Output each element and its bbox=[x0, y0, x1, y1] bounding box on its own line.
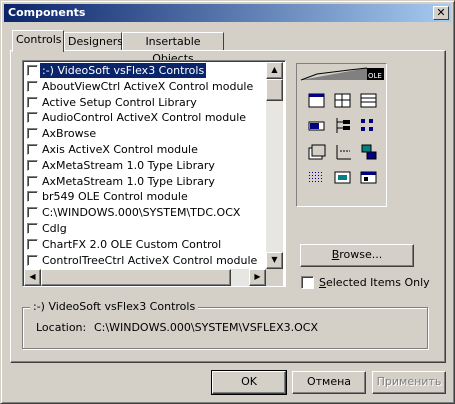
scroll-down-button[interactable]: ▼ bbox=[266, 252, 283, 269]
cancel-label: Отмена bbox=[306, 375, 352, 388]
window-title: Components bbox=[8, 6, 86, 19]
list-item-checkbox[interactable] bbox=[27, 96, 38, 108]
image-icon bbox=[334, 171, 351, 184]
toolbox-preview-graphic: OLE bbox=[300, 67, 384, 184]
list-item-checkbox[interactable] bbox=[27, 254, 38, 266]
list-item-checkbox[interactable] bbox=[27, 128, 38, 140]
list-item-label: ChartFX 2.0 OLE Custom Control bbox=[42, 237, 222, 251]
list-item-checkbox[interactable] bbox=[27, 222, 38, 234]
list-item[interactable]: ChartFX 2.0 OLE Custom Control bbox=[25, 237, 269, 253]
browse-button[interactable]: Browse... bbox=[300, 244, 414, 267]
selected-items-only-accel: S bbox=[319, 276, 326, 289]
scroll-up-button[interactable]: ▲ bbox=[266, 62, 283, 79]
ok-button[interactable]: OK bbox=[211, 370, 287, 395]
chart-icon bbox=[336, 145, 351, 160]
apply-button[interactable]: Применить bbox=[372, 371, 446, 394]
components-dialog: Components ✕ Controls Designers Insertab… bbox=[0, 0, 455, 404]
arrow-up-icon: ▲ bbox=[271, 65, 278, 74]
list-item-checkbox[interactable] bbox=[27, 80, 38, 92]
tab-designers[interactable]: Designers bbox=[64, 32, 123, 51]
toolbox-header-icon bbox=[300, 67, 368, 81]
arrow-down-icon: ▼ bbox=[271, 255, 278, 264]
grid-icon bbox=[334, 93, 351, 108]
list-icon bbox=[361, 119, 373, 131]
tree-icon bbox=[336, 118, 350, 133]
list-item[interactable]: ControlTreeCtrl ActiveX Control module bbox=[25, 253, 269, 269]
list-item[interactable]: C:\WINDOWS.000\SYSTEM\TDC.OCX bbox=[25, 205, 269, 221]
ole-icon: OLE bbox=[367, 68, 384, 80]
list-item-label: AxMetaStream 1.0 Type Library bbox=[42, 158, 215, 172]
vertical-scrollbar[interactable]: ▲ ▼ bbox=[266, 62, 283, 269]
list-item[interactable]: Axis ActiveX Control module bbox=[25, 142, 269, 158]
list-item-label: Active Setup Control Library bbox=[42, 95, 197, 109]
svg-text:OLE: OLE bbox=[368, 72, 382, 80]
list-item[interactable]: Cdlg bbox=[25, 221, 269, 237]
list-item[interactable]: AxBrowse bbox=[25, 126, 269, 142]
list-item[interactable]: AboutViewCtrl ActiveX Control module bbox=[25, 79, 269, 95]
apply-label: Применить bbox=[376, 375, 442, 388]
calendar-icon bbox=[308, 93, 325, 108]
list-item-label: AxBrowse bbox=[42, 127, 97, 141]
list-item[interactable]: AxMetaStream 1.0 Type Library bbox=[25, 174, 269, 190]
list-item-label: Cdlg bbox=[42, 221, 67, 235]
list-item-label: br549 OLE Control module bbox=[42, 190, 188, 204]
list-item-checkbox[interactable] bbox=[27, 238, 38, 250]
list-item-checkbox[interactable] bbox=[27, 159, 38, 171]
list-item-checkbox[interactable] bbox=[27, 207, 38, 219]
selected-items-only-label[interactable]: Selected Items Only bbox=[319, 276, 430, 289]
list-item[interactable]: :-) VideoSoft vsFlex3 Controls bbox=[25, 62, 269, 79]
list-item[interactable]: AudioControl ActiveX Control module bbox=[25, 110, 269, 126]
list-item[interactable]: br549 OLE Control module bbox=[25, 189, 269, 205]
progress-icon bbox=[308, 121, 325, 131]
ok-label: OK bbox=[241, 375, 257, 388]
controls-listbox[interactable]: :-) VideoSoft vsFlex3 Controls AboutViewC… bbox=[22, 60, 286, 287]
browse-label: rowse... bbox=[339, 248, 383, 261]
list-item-label: AudioControl ActiveX Control module bbox=[42, 111, 247, 125]
tab-controls-label: Controls bbox=[16, 33, 62, 46]
tabstrip-icon bbox=[308, 144, 326, 160]
close-button[interactable]: ✕ bbox=[433, 6, 449, 20]
list-item-label: AboutViewCtrl ActiveX Control module bbox=[42, 79, 254, 93]
list-item[interactable]: Active Setup Control Library bbox=[25, 95, 269, 111]
scroll-right-button[interactable]: ▶ bbox=[249, 269, 266, 286]
table-icon bbox=[360, 93, 377, 108]
vertical-scroll-thumb[interactable] bbox=[266, 79, 283, 101]
tab-insertable-objects[interactable]: Insertable Objects bbox=[122, 32, 224, 65]
list-item-checkbox[interactable] bbox=[27, 112, 38, 124]
list-item[interactable]: AxMetaStream 1.0 Type Library bbox=[25, 158, 269, 174]
list-item-label: :-) VideoSoft vsFlex3 Controls bbox=[38, 62, 208, 79]
list-item-checkbox[interactable] bbox=[27, 143, 38, 155]
arrow-left-icon: ◀ bbox=[29, 272, 36, 281]
scroll-corner bbox=[266, 269, 283, 286]
network-icon bbox=[361, 144, 377, 160]
form-icon bbox=[360, 171, 377, 184]
dots-icon bbox=[309, 172, 324, 182]
cancel-button[interactable]: Отмена bbox=[292, 371, 366, 394]
list-item-checkbox[interactable] bbox=[27, 191, 38, 203]
toolbox-preview: OLE bbox=[296, 63, 387, 207]
list-item-checkbox[interactable] bbox=[27, 65, 38, 76]
selected-items-only-text: elected Items Only bbox=[325, 276, 430, 289]
list-item-checkbox[interactable] bbox=[27, 175, 38, 187]
horizontal-scroll-thumb[interactable] bbox=[41, 269, 231, 286]
close-icon: ✕ bbox=[436, 6, 446, 19]
location-value: C:\WINDOWS.000\SYSTEM\VSFLEX3.OCX bbox=[94, 321, 318, 334]
arrow-right-icon: ▶ bbox=[254, 272, 261, 281]
tab-controls[interactable]: Controls bbox=[12, 30, 64, 52]
list-item-label: Axis ActiveX Control module bbox=[42, 142, 198, 156]
controls-list: :-) VideoSoft vsFlex3 Controls AboutViewC… bbox=[25, 62, 269, 269]
location-label: Location: bbox=[36, 321, 87, 334]
tab-designers-label: Designers bbox=[68, 35, 123, 48]
horizontal-scrollbar[interactable]: ◀ ▶ bbox=[24, 269, 266, 286]
selected-items-only-checkbox[interactable] bbox=[301, 276, 314, 289]
component-info-legend: :-) VideoSoft vsFlex3 Controls bbox=[30, 300, 199, 313]
list-item-label: C:\WINDOWS.000\SYSTEM\TDC.OCX bbox=[42, 206, 241, 220]
title-bar: Components ✕ bbox=[4, 4, 451, 22]
scroll-left-button[interactable]: ◀ bbox=[24, 269, 41, 286]
list-item-label: ControlTreeCtrl ActiveX Control module bbox=[42, 253, 258, 267]
list-item-label: AxMetaStream 1.0 Type Library bbox=[42, 174, 215, 188]
